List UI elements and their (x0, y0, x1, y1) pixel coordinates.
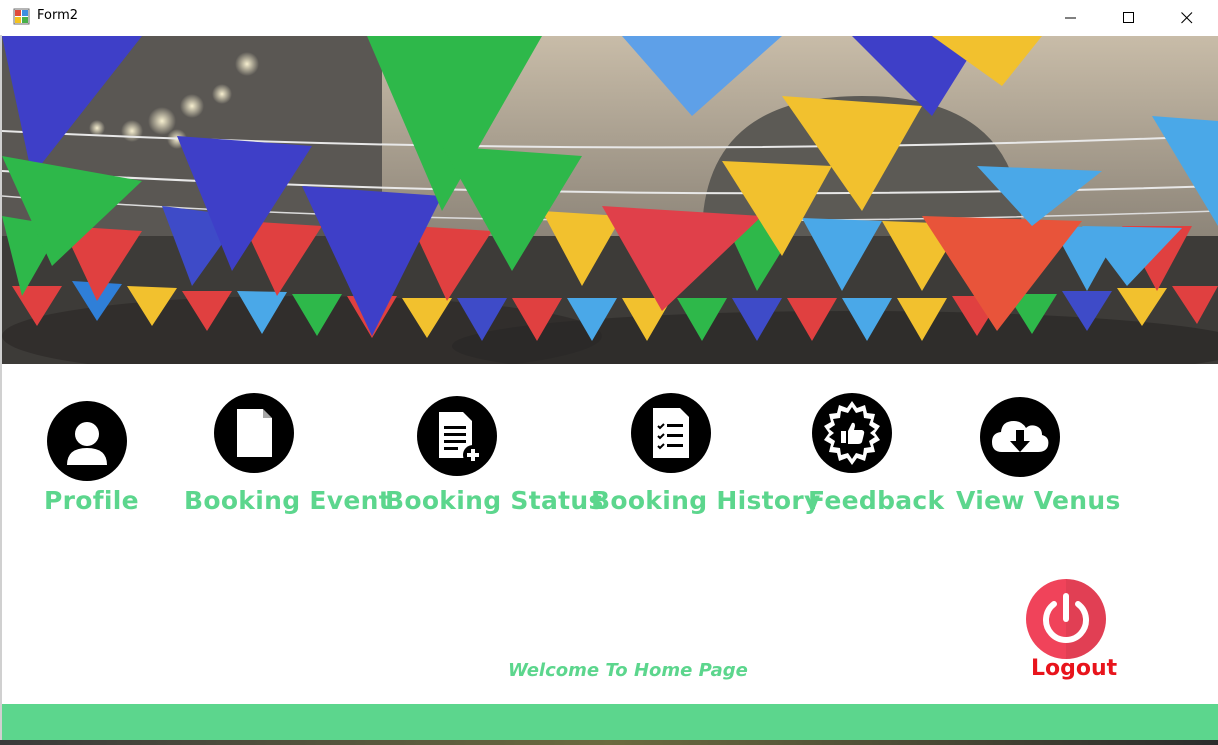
document-add-icon[interactable] (417, 396, 497, 476)
menu-profile[interactable]: Profile (44, 398, 164, 518)
desktop-background-strip (0, 740, 1218, 745)
menu-booking-history[interactable]: Booking History (591, 393, 820, 518)
user-icon[interactable] (47, 401, 127, 481)
view-venus-label[interactable]: View Venus (956, 486, 1121, 515)
maximize-icon (1123, 11, 1134, 23)
maximize-button[interactable] (1100, 0, 1158, 35)
logout-button[interactable] (1026, 579, 1106, 659)
close-button[interactable] (1158, 0, 1216, 35)
title-bar[interactable]: Form2 (0, 0, 1218, 35)
menu-view-venus[interactable]: View Venus (956, 397, 1120, 518)
power-icon (1043, 579, 1106, 659)
minimize-button[interactable] (1042, 0, 1100, 35)
footer-bar (2, 704, 1218, 740)
cloud-download-icon[interactable] (980, 397, 1060, 477)
feedback-label[interactable]: Feedback (808, 486, 944, 515)
profile-label[interactable]: Profile (44, 486, 139, 515)
app-icon (13, 8, 30, 25)
booking-event-label[interactable]: Booking Event (184, 486, 391, 515)
thumbs-up-badge-icon[interactable] (812, 393, 892, 473)
menu-booking-status[interactable]: Booking Status (385, 395, 603, 518)
booking-status-label[interactable]: Booking Status (385, 486, 604, 515)
checklist-icon[interactable] (631, 393, 711, 473)
logout-label[interactable]: Logout (1031, 656, 1117, 681)
banner-image (2, 36, 1218, 364)
booking-history-label[interactable]: Booking History (591, 486, 821, 515)
close-icon (1181, 11, 1193, 23)
document-icon[interactable] (214, 393, 294, 473)
window-title: Form2 (37, 8, 79, 23)
main-window: Form2 Profile Booking Event Booking Stat… (0, 0, 1218, 745)
minimize-icon (1065, 17, 1076, 18)
menu-feedback[interactable]: Feedback (808, 393, 944, 518)
menu-booking-event[interactable]: Booking Event (184, 393, 391, 518)
welcome-text: Welcome To Home Page (508, 660, 748, 681)
